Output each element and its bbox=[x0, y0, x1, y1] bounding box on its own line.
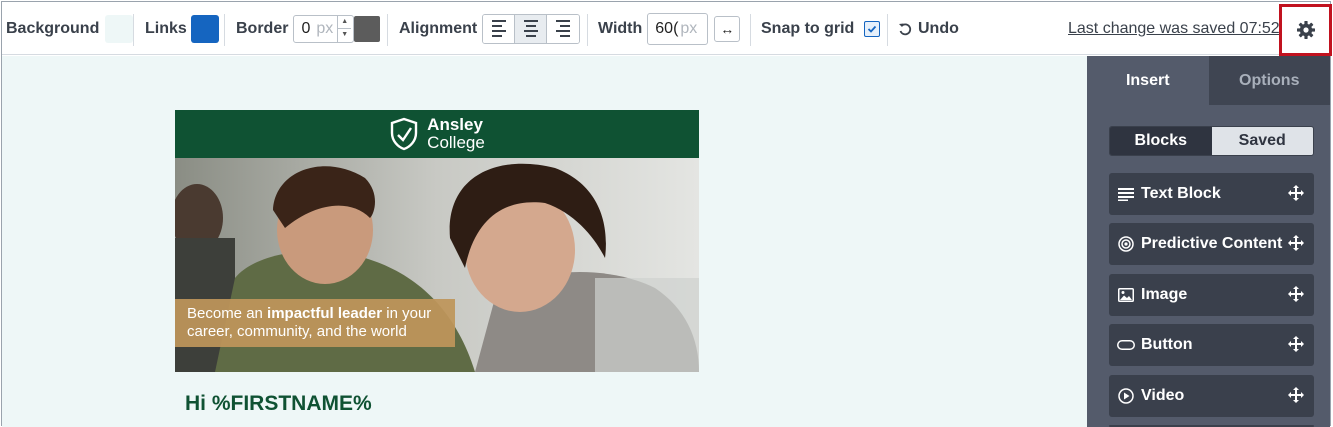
image-icon bbox=[1117, 286, 1135, 304]
drag-move-icon[interactable] bbox=[1288, 387, 1304, 403]
divider bbox=[133, 14, 134, 46]
editor-window: Background Links Border 0 px ▲ ▼ Alignme… bbox=[1, 1, 1332, 427]
brand-line1: Ansley bbox=[427, 115, 483, 134]
drag-move-icon[interactable] bbox=[1288, 286, 1304, 302]
brand-line2: College bbox=[427, 133, 485, 152]
caption-bold: impactful leader bbox=[267, 305, 383, 322]
snap-to-grid-control[interactable]: Snap to grid bbox=[761, 2, 881, 55]
background-control[interactable]: Background bbox=[6, 2, 134, 55]
align-center-button[interactable] bbox=[515, 14, 548, 43]
email-canvas[interactable]: Ansley College Become an impactful leade… bbox=[2, 56, 1087, 427]
block-label: Image bbox=[1141, 286, 1188, 303]
alignment-button-group bbox=[482, 13, 581, 44]
align-left-button[interactable] bbox=[483, 14, 516, 43]
border-color-swatch[interactable] bbox=[354, 15, 381, 42]
alignment-control: Alignment bbox=[399, 2, 581, 55]
undo-button[interactable]: Undo bbox=[898, 2, 959, 55]
side-panel: Insert Options Blocks Saved Text Block P… bbox=[1087, 56, 1330, 427]
play-circle-icon bbox=[1117, 387, 1135, 405]
links-control[interactable]: Links bbox=[145, 2, 219, 55]
divider bbox=[587, 14, 588, 46]
text-lines-icon bbox=[1117, 185, 1135, 203]
block-button[interactable]: Button bbox=[1109, 324, 1314, 366]
block-text[interactable]: Text Block bbox=[1109, 173, 1314, 215]
email-header-banner[interactable]: Ansley College bbox=[175, 110, 699, 158]
block-label: Predictive Content bbox=[1141, 235, 1283, 252]
gear-icon bbox=[1296, 21, 1315, 39]
divider bbox=[887, 14, 888, 46]
width-value: 60( bbox=[655, 19, 679, 37]
background-color-swatch[interactable] bbox=[105, 14, 134, 43]
undo-icon bbox=[899, 22, 912, 35]
button-pill-icon bbox=[1117, 336, 1135, 354]
links-color-swatch[interactable] bbox=[190, 14, 219, 43]
drag-move-icon[interactable] bbox=[1288, 336, 1304, 352]
fit-width-button[interactable]: ↔ bbox=[714, 15, 741, 42]
shield-logo-icon bbox=[390, 117, 418, 151]
tab-insert[interactable]: Insert bbox=[1087, 56, 1209, 105]
align-right-icon bbox=[556, 20, 571, 37]
snap-checkbox[interactable] bbox=[864, 20, 881, 37]
saved-status[interactable]: Last change was saved 07:52 bbox=[1068, 2, 1280, 55]
snap-label: Snap to grid bbox=[761, 19, 855, 37]
border-width-value: 0 bbox=[301, 19, 311, 37]
divider bbox=[387, 14, 388, 46]
block-label: Video bbox=[1141, 387, 1185, 404]
align-center-icon bbox=[523, 20, 538, 37]
spinner-up-icon[interactable]: ▲ bbox=[338, 16, 352, 29]
block-predictive-content[interactable]: Predictive Content bbox=[1109, 223, 1314, 265]
segment-blocks[interactable]: Blocks bbox=[1110, 127, 1212, 155]
border-control: Border 0 px ▲ ▼ bbox=[236, 2, 381, 55]
blocks-saved-toggle: Blocks Saved bbox=[1109, 126, 1314, 156]
width-control: Width 60( px ↔ bbox=[598, 2, 741, 55]
greeting-heading[interactable]: Hi %FIRSTNAME% bbox=[185, 392, 372, 416]
width-input[interactable]: 60( px bbox=[647, 12, 709, 45]
drag-move-icon[interactable] bbox=[1288, 185, 1304, 201]
border-width-input[interactable]: 0 px ▲ ▼ bbox=[293, 14, 355, 43]
brand-name: Ansley College bbox=[427, 116, 485, 152]
tab-options[interactable]: Options bbox=[1208, 56, 1330, 105]
width-label: Width bbox=[598, 19, 643, 37]
toolbar: Background Links Border 0 px ▲ ▼ Alignme… bbox=[2, 2, 1332, 56]
block-label: Text Block bbox=[1141, 185, 1221, 202]
undo-label: Undo bbox=[918, 19, 959, 37]
spinner-down-icon[interactable]: ▼ bbox=[338, 29, 351, 42]
background-label: Background bbox=[6, 19, 100, 37]
drag-move-icon[interactable] bbox=[1288, 235, 1304, 251]
caption-pre: Become an bbox=[187, 305, 268, 322]
divider bbox=[750, 14, 751, 46]
border-spinner[interactable]: ▲ ▼ bbox=[337, 15, 352, 42]
border-label: Border bbox=[236, 19, 289, 37]
hero-caption: Become an impactful leader in your caree… bbox=[175, 299, 455, 347]
links-label: Links bbox=[145, 19, 187, 37]
checkmark-icon bbox=[868, 25, 877, 33]
last-saved-link[interactable]: Last change was saved 07:52 bbox=[1068, 20, 1280, 38]
block-image[interactable]: Image bbox=[1109, 274, 1314, 316]
hero-image[interactable]: Become an impactful leader in your caree… bbox=[175, 158, 699, 372]
block-label: Button bbox=[1141, 336, 1193, 353]
panel-tabs: Insert Options bbox=[1087, 56, 1330, 105]
horizontal-arrows-icon: ↔ bbox=[720, 20, 735, 37]
target-icon bbox=[1117, 235, 1135, 253]
align-left-icon bbox=[491, 20, 506, 37]
align-right-button[interactable] bbox=[547, 14, 580, 43]
width-unit: px bbox=[680, 19, 698, 37]
settings-button[interactable] bbox=[1279, 4, 1332, 56]
block-video[interactable]: Video bbox=[1109, 375, 1314, 417]
border-unit: px bbox=[316, 19, 334, 37]
divider bbox=[224, 14, 225, 46]
alignment-label: Alignment bbox=[399, 19, 478, 37]
segment-saved[interactable]: Saved bbox=[1211, 127, 1313, 155]
